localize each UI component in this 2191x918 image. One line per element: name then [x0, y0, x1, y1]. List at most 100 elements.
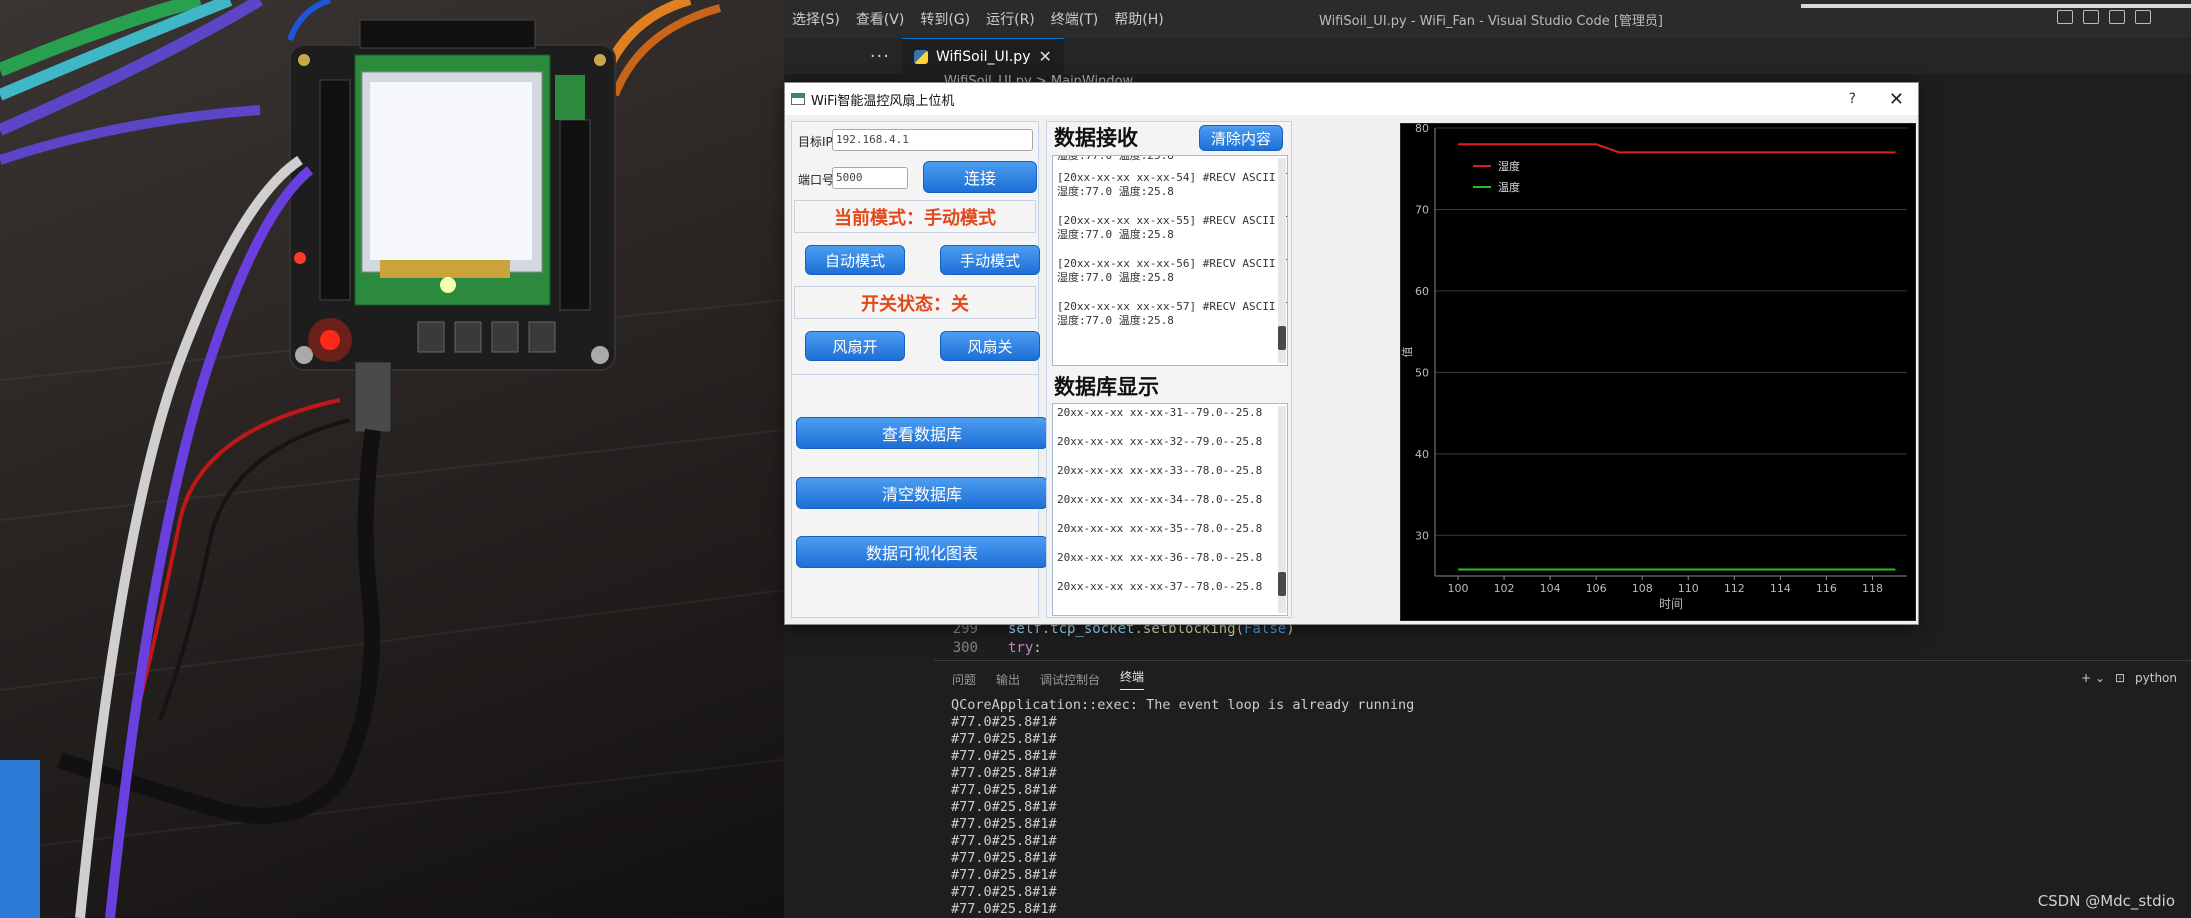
database-row[interactable]: 20xx-xx-xx xx-xx-35--78.0--25.8 — [1053, 522, 1287, 551]
menu-item-select[interactable]: 选择(S) — [784, 9, 848, 29]
title-progress-bar — [1801, 4, 2191, 8]
close-icon[interactable]: ✕ — [1889, 89, 1904, 110]
terminal-line: #77.0#25.8#1# — [951, 748, 1057, 764]
new-terminal-icon[interactable]: + ⌄ — [2081, 671, 2105, 685]
menu-bar: 选择(S) 查看(V) 转到(G) 运行(R) 终端(T) 帮助(H) — [784, 9, 1172, 29]
tab-problems[interactable]: 问题 — [952, 671, 976, 688]
database-row[interactable]: 20xx-xx-xx xx-xx-32--79.0--25.8 — [1053, 435, 1287, 464]
app-window: WiFi智能温控风扇上位机 ? ✕ 目标IP 192.168.4.1 端口号 5… — [784, 82, 1919, 625]
connect-button[interactable]: 连接 — [923, 161, 1037, 193]
bottom-panel: 问题 输出 调试控制台 终端 + ⌄ ⊡ python QCoreApplica… — [934, 660, 2191, 918]
port-label: 端口号 — [798, 173, 835, 187]
x-tick-label: 118 — [1862, 582, 1883, 595]
terminal-output[interactable]: QCoreApplication::exec: The event loop i… — [934, 697, 2191, 918]
fan-off-button[interactable]: 风扇关 — [940, 331, 1040, 361]
view-database-button[interactable]: 查看数据库 — [796, 417, 1048, 449]
receive-entry-body: 湿度:77.0 温度:25.8 — [1057, 185, 1174, 198]
y-tick-label: 30 — [1415, 529, 1429, 542]
database-list[interactable]: 20xx-xx-xx xx-xx-31--79.0--25.8 20xx-xx-x… — [1052, 403, 1288, 616]
receive-entry-body: 湿度:77.0 温度:25.8 — [1057, 271, 1174, 284]
terminal-line: #77.0#25.8#1# — [951, 731, 1057, 747]
y-tick-label: 60 — [1415, 285, 1429, 298]
x-tick-label: 114 — [1770, 582, 1791, 595]
data-panel: 数据接收 清除内容 湿度:77.0 温度:25.8 [20xx-xx-xx xx… — [1046, 121, 1292, 618]
layout-controls — [2057, 10, 2151, 24]
receive-entry: [20xx-xx-xx xx-xx-57] #RECV ASCII TO ALL… — [1053, 300, 1287, 328]
toggle-sidebar-icon[interactable] — [2057, 10, 2073, 24]
menu-item-run[interactable]: 运行(R) — [978, 9, 1043, 29]
hardware-photo — [0, 0, 784, 918]
terminal-shell-name[interactable]: python — [2135, 671, 2177, 685]
menu-item-goto[interactable]: 转到(G) — [912, 9, 978, 29]
clear-content-button[interactable]: 清除内容 — [1199, 125, 1283, 151]
panel-tabs: 问题 输出 调试控制台 终端 — [934, 661, 2191, 697]
app-titlebar: WiFi智能温控风扇上位机 ? ✕ — [785, 83, 1918, 115]
fan-on-button[interactable]: 风扇开 — [805, 331, 905, 361]
port-input[interactable]: 5000 — [832, 167, 908, 189]
data-visualization-button[interactable]: 数据可视化图表 — [796, 536, 1048, 568]
menu-item-help[interactable]: 帮助(H) — [1106, 9, 1171, 29]
receive-entry: [20xx-xx-xx xx-xx-55] #RECV ASCII TO ALL… — [1053, 214, 1287, 242]
app-title: WiFi智能温控风扇上位机 — [811, 93, 955, 109]
x-tick-label: 106 — [1586, 582, 1607, 595]
auto-mode-button[interactable]: 自动模式 — [805, 245, 905, 275]
terminal-controls: + ⌄ ⊡ python — [2081, 671, 2177, 685]
y-axis-label: 值 — [1401, 347, 1414, 358]
toggle-panel-icon[interactable] — [2083, 10, 2099, 24]
terminal-shell-icon[interactable]: ⊡ — [2115, 671, 2125, 685]
more-actions-icon[interactable]: ··· — [784, 46, 902, 67]
receive-entry: [20xx-xx-xx xx-xx-54] #RECV ASCII TO ALL… — [1053, 171, 1287, 199]
line-number: 300 — [952, 640, 978, 656]
help-icon[interactable]: ? — [1849, 91, 1856, 107]
terminal-line: #77.0#25.8#1# — [951, 833, 1057, 849]
menu-item-view[interactable]: 查看(V) — [848, 9, 913, 29]
x-tick-label: 102 — [1494, 582, 1515, 595]
manual-mode-button[interactable]: 手动模式 — [940, 245, 1040, 275]
terminal-line: #77.0#25.8#1# — [951, 816, 1057, 832]
receive-entry-body: 湿度:77.0 温度:25.8 — [1057, 314, 1174, 327]
tab-terminal[interactable]: 终端 — [1120, 668, 1145, 690]
terminal-line: #77.0#25.8#1# — [951, 782, 1057, 798]
database-row[interactable]: 20xx-xx-xx xx-xx-36--78.0--25.8 — [1053, 551, 1287, 580]
current-mode-status: 当前模式：手动模式 — [794, 200, 1036, 233]
customize-layout-icon[interactable] — [2135, 10, 2151, 24]
database-row[interactable]: 20xx-xx-xx xx-xx-34--78.0--25.8 — [1053, 493, 1287, 522]
terminal-line: #77.0#25.8#1# — [951, 867, 1057, 883]
toggle-secondary-sidebar-icon[interactable] — [2109, 10, 2125, 24]
terminal-line: #77.0#25.8#1# — [951, 884, 1057, 900]
chart-area: 30 40 50 60 70 80 100 102 104 106 108 110 112 114 116 1… — [1400, 122, 1916, 621]
tab-output[interactable]: 输出 — [996, 671, 1020, 688]
terminal-line: #77.0#25.8#1# — [951, 850, 1057, 866]
receive-entry-head: [20xx-xx-xx xx-xx-56] #RECV ASCII TO ALL… — [1057, 257, 1287, 270]
close-tab-icon[interactable]: ✕ — [1038, 47, 1051, 66]
series-line-humidity — [1458, 143, 1896, 154]
database-display-title: 数据库显示 — [1054, 375, 1159, 399]
target-ip-input[interactable]: 192.168.4.1 — [832, 129, 1033, 151]
code-editor[interactable]: 299 self.tcp_socket.setblocking(False) 3… — [934, 620, 2184, 658]
terminal-line: #77.0#25.8#1# — [951, 901, 1057, 917]
y-tick-label: 50 — [1415, 366, 1429, 379]
database-row[interactable]: 20xx-xx-xx xx-xx-33--78.0--25.8 — [1053, 464, 1287, 493]
tab-debug-console[interactable]: 调试控制台 — [1040, 671, 1100, 688]
database-items: 20xx-xx-xx xx-xx-31--79.0--25.8 20xx-xx-x… — [1053, 406, 1287, 609]
database-row[interactable]: 20xx-xx-xx xx-xx-37--78.0--25.8 — [1053, 580, 1287, 609]
receive-log[interactable]: 湿度:77.0 温度:25.8 [20xx-xx-xx xx-xx-54] #R… — [1052, 155, 1288, 366]
receive-scroll-thumb[interactable] — [1278, 326, 1286, 350]
receive-partial-line: 湿度:77.0 温度:25.8 — [1057, 155, 1174, 162]
code-line: 300 try: — [934, 639, 2184, 658]
database-scroll-thumb[interactable] — [1278, 572, 1286, 596]
x-tick-label: 110 — [1678, 582, 1699, 595]
terminal-line: #77.0#25.8#1# — [951, 799, 1057, 815]
y-tick-label: 40 — [1415, 448, 1429, 461]
terminal-line: #77.0#25.8#1# — [951, 714, 1057, 730]
editor-tab-wifisoil[interactable]: WifiSoil_UI.py ✕ — [902, 38, 1064, 74]
x-tick-label: 112 — [1724, 582, 1745, 595]
clear-database-button[interactable]: 清空数据库 — [796, 477, 1048, 509]
receive-entry: [20xx-xx-xx xx-xx-56] #RECV ASCII TO ALL… — [1053, 257, 1287, 285]
database-row[interactable]: 20xx-xx-xx xx-xx-31--79.0--25.8 — [1053, 406, 1287, 435]
data-receive-title: 数据接收 — [1054, 126, 1138, 150]
x-tick-label: 104 — [1540, 582, 1561, 595]
y-tick-label: 70 — [1415, 203, 1429, 216]
divider — [792, 374, 1038, 375]
menu-item-terminal[interactable]: 终端(T) — [1043, 9, 1106, 29]
